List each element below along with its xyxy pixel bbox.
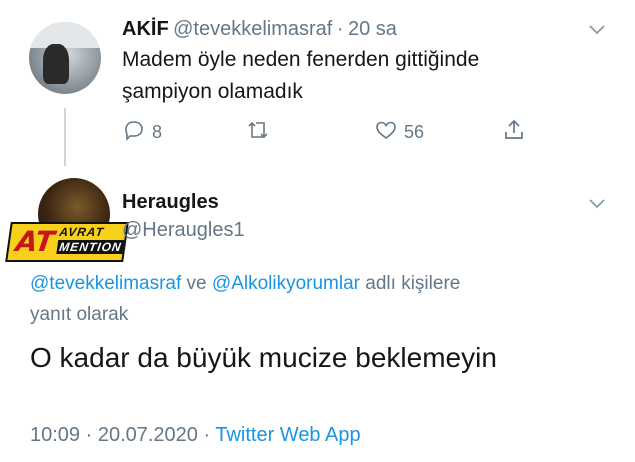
mention-link[interactable]: @Alkolikyorumlar bbox=[212, 273, 360, 294]
reply-suffix: yanıt olarak bbox=[30, 304, 129, 325]
reply-button[interactable]: 8 bbox=[122, 118, 162, 147]
like-count: 56 bbox=[404, 122, 425, 142]
badge-at-text: AT bbox=[13, 225, 57, 258]
tweet1-text: Madem öyle neden fenerden gittiğinde şam… bbox=[122, 44, 479, 108]
like-icon bbox=[374, 118, 398, 147]
user-name[interactable]: AKİF bbox=[122, 18, 169, 40]
tweet-text-line: şampiyon olamadık bbox=[122, 80, 303, 103]
user-name[interactable]: Heraugles bbox=[122, 191, 219, 214]
thread-line bbox=[64, 108, 66, 166]
reply-context: @tevekkelimasraf ve @Alkolikyorumlar adl… bbox=[30, 268, 610, 330]
avatar-badge-logo: AT AVRAT MENTION bbox=[5, 222, 129, 262]
user-handle[interactable]: @tevekkelimasraf bbox=[173, 18, 332, 40]
mention-link[interactable]: @tevekkelimasraf bbox=[30, 273, 181, 294]
retweet-button[interactable] bbox=[246, 118, 270, 147]
tweet2-text: O kadar da büyük mucize beklemeyin bbox=[30, 342, 497, 373]
reply-count: 8 bbox=[152, 122, 163, 142]
tweet-timestamp[interactable]: 10:09 · 20.07.2020 · bbox=[30, 424, 215, 446]
badge-top-text: AVRAT bbox=[58, 225, 105, 239]
chevron-down-icon[interactable] bbox=[588, 20, 606, 41]
tweet-meta: 10:09 · 20.07.2020 · Twitter Web App bbox=[30, 424, 361, 447]
source-link[interactable]: Twitter Web App bbox=[215, 424, 360, 446]
separator: · bbox=[336, 18, 344, 40]
tweet1-header: AKİF @tevekkelimasraf · 20 sa bbox=[122, 18, 397, 41]
chevron-down-icon[interactable] bbox=[588, 194, 606, 215]
share-button[interactable] bbox=[502, 118, 526, 147]
user-handle[interactable]: @Heraugles1 bbox=[122, 219, 245, 242]
tweet-text-line: Madem öyle neden fenerden gittiğinde bbox=[122, 48, 480, 71]
reply-icon bbox=[122, 118, 146, 147]
tweet-time[interactable]: 20 sa bbox=[348, 18, 397, 40]
share-icon bbox=[502, 118, 526, 147]
like-button[interactable]: 56 bbox=[374, 118, 424, 147]
retweet-icon bbox=[246, 118, 270, 147]
badge-bottom-text: MENTION bbox=[56, 240, 125, 254]
reply-joiner: ve bbox=[181, 273, 212, 294]
reply-suffix: adlı kişilere bbox=[360, 273, 461, 294]
avatar[interactable] bbox=[29, 22, 101, 94]
